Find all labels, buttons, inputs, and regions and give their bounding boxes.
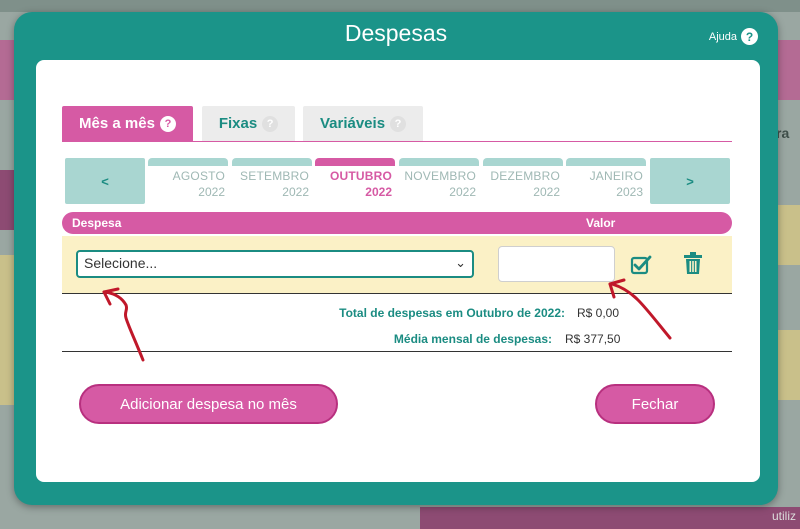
- tab-variable[interactable]: Variáveis ?: [303, 106, 423, 141]
- modal-title: Despesas: [344, 20, 448, 46]
- month-bar: [315, 158, 395, 166]
- month-prev-button[interactable]: <: [65, 158, 145, 204]
- month-name: NOVEMBRO: [404, 169, 476, 183]
- month-bar: [566, 158, 646, 166]
- month-bar: [232, 158, 312, 166]
- month-next-button[interactable]: >: [650, 158, 730, 204]
- chevron-down-icon: ⌄: [455, 255, 466, 270]
- background-right-block: [778, 205, 800, 265]
- check-square-icon[interactable]: [630, 254, 652, 276]
- value-input[interactable]: [498, 246, 615, 282]
- expense-select[interactable]: Selecione... ⌄: [76, 250, 474, 278]
- month-name: DEZEMBRO: [490, 169, 560, 183]
- background-bottom-bar: [420, 507, 800, 529]
- help-icon: ?: [741, 28, 758, 45]
- column-header-value: Valor: [586, 216, 616, 230]
- question-icon: ?: [390, 115, 407, 132]
- month-year: 2022: [198, 185, 225, 199]
- month-year: 2022: [533, 185, 560, 199]
- question-icon: ?: [262, 115, 279, 132]
- month-item-setembro[interactable]: SETEMBRO 2022: [232, 158, 312, 204]
- average-value: R$ 377,50: [565, 332, 621, 346]
- totals-section: Total de despesas em Outubro de 2022: R$…: [62, 300, 732, 352]
- month-bar: [483, 158, 563, 166]
- modal-panel: Mês a mês ? Fixas ? Variáveis ? < AGOSTO…: [36, 60, 760, 482]
- background-bottom-text: utiliz: [771, 509, 796, 523]
- tab-label: Mês a mês: [79, 115, 155, 132]
- month-name: SETEMBRO: [240, 169, 309, 183]
- question-icon: ?: [159, 115, 176, 132]
- close-button[interactable]: Fechar: [595, 384, 715, 424]
- tab-label: Fixas: [218, 115, 258, 132]
- column-header-expense: Despesa: [72, 216, 122, 230]
- month-year: 2023: [616, 185, 643, 199]
- month-name: AGOSTO: [172, 169, 225, 183]
- month-year: 2022: [449, 185, 476, 199]
- tab-month-by-month[interactable]: Mês a mês ?: [62, 106, 193, 141]
- month-item-agosto[interactable]: AGOSTO 2022: [148, 158, 228, 204]
- help-label: Ajuda: [708, 30, 737, 43]
- tab-label: Variáveis: [319, 115, 386, 132]
- total-month-value: R$ 0,00: [577, 306, 620, 320]
- background-right-text: ra: [776, 125, 790, 141]
- month-item-janeiro[interactable]: JANEIRO 2023: [566, 158, 646, 204]
- month-name: JANEIRO: [589, 169, 643, 183]
- month-bar: [399, 158, 479, 166]
- help-link[interactable]: Ajuda ?: [709, 28, 758, 45]
- background-right-block: [778, 330, 800, 400]
- month-bar: [148, 158, 228, 166]
- month-year: 2022: [282, 185, 309, 199]
- background-topbar: [0, 0, 800, 12]
- table-header: Despesa Valor: [62, 212, 732, 234]
- month-strip: AGOSTO 2022 SETEMBRO 2022 OUTUBRO 2022 N…: [148, 158, 650, 204]
- total-month-label: Total de despesas em Outubro de 2022:: [339, 306, 565, 320]
- tab-bar: Mês a mês ? Fixas ? Variáveis ?: [62, 106, 732, 142]
- add-expense-button[interactable]: Adicionar despesa no mês: [79, 384, 338, 424]
- month-year: 2022: [365, 185, 392, 199]
- average-label: Média mensal de despesas:: [393, 332, 552, 346]
- month-item-dezembro[interactable]: DEZEMBRO 2022: [483, 158, 563, 204]
- month-name: OUTUBRO: [329, 169, 392, 183]
- tab-fixed[interactable]: Fixas ?: [202, 106, 295, 141]
- month-item-outubro[interactable]: OUTUBRO 2022: [315, 158, 395, 204]
- expense-select-value: Selecione...: [84, 255, 158, 271]
- trash-icon[interactable]: [682, 252, 704, 276]
- expenses-modal: Despesas Ajuda ? Mês a mês ? Fixas ? Var…: [14, 12, 778, 505]
- expense-input-row: Selecione... ⌄: [62, 236, 732, 294]
- month-item-novembro[interactable]: NOVEMBRO 2022: [399, 158, 479, 204]
